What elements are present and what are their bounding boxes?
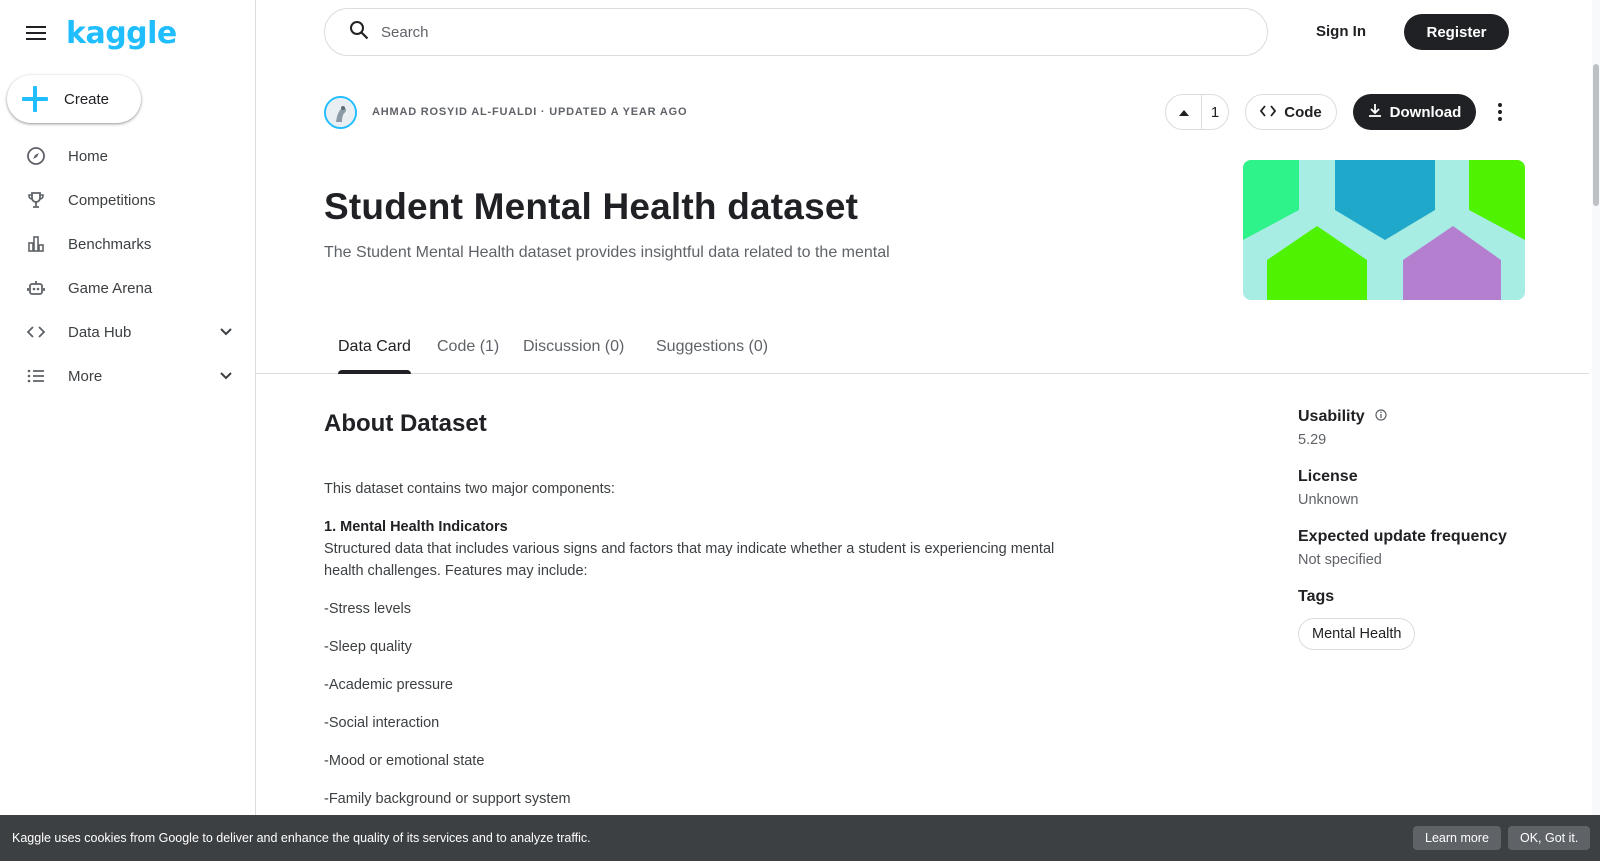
chevron-down-icon[interactable] (216, 366, 236, 386)
frequency-label: Expected update frequency (1298, 528, 1507, 545)
tags-block: Tags Mental Health (1298, 588, 1548, 650)
sidebar-item-data-hub[interactable]: Data Hub (0, 310, 256, 354)
sign-in-button[interactable]: Sign In (1302, 20, 1380, 44)
create-label: Create (64, 90, 110, 108)
section-title: 1. Mental Health Indicators (324, 519, 508, 535)
tag-chip[interactable]: Mental Health (1298, 618, 1416, 650)
download-button[interactable]: Download (1353, 94, 1476, 130)
dataset-meta: AHMAD ROSYID AL-FUALDI · UPDATED A YEAR … (372, 106, 688, 118)
dataset-subtitle: The Student Mental Health dataset provid… (324, 244, 890, 261)
upvote-button[interactable] (1166, 95, 1202, 129)
code-button-label: Code (1284, 103, 1322, 121)
create-button[interactable]: Create (7, 75, 141, 123)
frequency-value: Not specified (1298, 552, 1382, 568)
tab-suggestions[interactable]: Suggestions (0) (656, 338, 768, 374)
license-value: Unknown (1298, 492, 1359, 508)
arrow-up-icon (1178, 103, 1189, 121)
section-body: Structured data that includes various si… (324, 541, 1055, 579)
section-heading: About Dataset (324, 410, 487, 437)
search-input[interactable] (381, 23, 1241, 41)
sidebar-item-more[interactable]: More (0, 354, 256, 398)
download-button-label: Download (1389, 103, 1462, 121)
search-icon (349, 20, 369, 45)
tab-data-card[interactable]: Data Card (338, 338, 411, 374)
upvote-count: 1 (1210, 103, 1220, 121)
sidebar-item-game-arena[interactable]: Game Arena (0, 266, 256, 310)
code-icon (1260, 104, 1277, 121)
list-item: -Stress levels (324, 601, 412, 617)
register-button[interactable]: Register (1404, 14, 1509, 50)
robot-icon (26, 278, 46, 298)
cookie-text: Kaggle uses cookies from Google to deliv… (12, 831, 591, 845)
page-title: Student Mental Health dataset (324, 186, 859, 227)
compass-icon (26, 146, 46, 166)
search-bar[interactable] (324, 8, 1268, 56)
usability-value: 5.29 (1298, 432, 1327, 448)
sidebar-item-competitions[interactable]: Competitions (0, 178, 256, 222)
upvote-control: 1 (1165, 94, 1229, 130)
sidebar-item-home[interactable]: Home (0, 134, 256, 178)
sidebar: kaggle Create Home Competitions Benchmar… (0, 0, 256, 861)
sidebar-item-benchmarks[interactable]: Benchmarks (0, 222, 256, 266)
dataset-cover-image (1243, 160, 1525, 300)
tab-code[interactable]: Code (1) (437, 338, 499, 374)
sidebar-item-label: Competitions (68, 191, 156, 209)
tab-bar: Data Card Code (1) Discussion (0) Sugges… (256, 328, 1589, 374)
usability-block: Usability 5.29 (1298, 408, 1548, 448)
more-options-icon[interactable] (1490, 100, 1510, 124)
frequency-block: Expected update frequency Not specified (1298, 528, 1548, 568)
description-intro: This dataset contains two major componen… (324, 481, 615, 497)
list-item: -Sleep quality (324, 639, 412, 655)
plus-icon (22, 86, 48, 112)
ok-got-it-button[interactable]: OK, Got it. (1508, 826, 1591, 850)
sidebar-item-label: Home (68, 147, 109, 165)
list-item: -Academic pressure (324, 677, 453, 693)
sidebar-item-label: Benchmarks (68, 235, 152, 253)
list-item: -Family background or support system (324, 791, 571, 807)
trophy-icon (26, 190, 46, 210)
kaggle-logo[interactable]: kaggle (66, 16, 177, 51)
dataset-description: This dataset contains two major componen… (324, 478, 1094, 826)
license-label: License (1298, 468, 1358, 485)
bar-chart-icon (26, 234, 46, 254)
menu-icon[interactable] (24, 21, 48, 45)
sidebar-header: kaggle (0, 0, 255, 66)
sidebar-item-label: Data Hub (68, 323, 132, 341)
avatar[interactable] (324, 96, 357, 129)
sidebar-nav: Home Competitions Benchmarks Game Arena … (0, 134, 256, 398)
list-icon (26, 366, 46, 386)
list-item: -Mood or emotional state (324, 753, 485, 769)
code-button[interactable]: Code (1245, 94, 1337, 130)
code-icon (26, 322, 46, 342)
sidebar-item-label: Game Arena (68, 279, 153, 297)
info-icon[interactable] (1375, 408, 1387, 426)
chevron-down-icon[interactable] (216, 322, 236, 342)
sidebar-item-label: More (68, 367, 103, 385)
cookie-banner: Kaggle uses cookies from Google to deliv… (0, 815, 1600, 861)
list-item: -Social interaction (324, 715, 440, 731)
tags-label: Tags (1298, 588, 1335, 605)
license-block: License Unknown (1298, 468, 1548, 508)
scrollbar-thumb[interactable] (1593, 64, 1599, 206)
learn-more-button[interactable]: Learn more (1413, 826, 1501, 850)
tab-discussion[interactable]: Discussion (0) (523, 338, 624, 374)
usability-label: Usability (1298, 408, 1365, 425)
metadata-panel: Usability 5.29 License Unknown Expected … (1298, 408, 1548, 670)
download-icon (1368, 103, 1382, 121)
